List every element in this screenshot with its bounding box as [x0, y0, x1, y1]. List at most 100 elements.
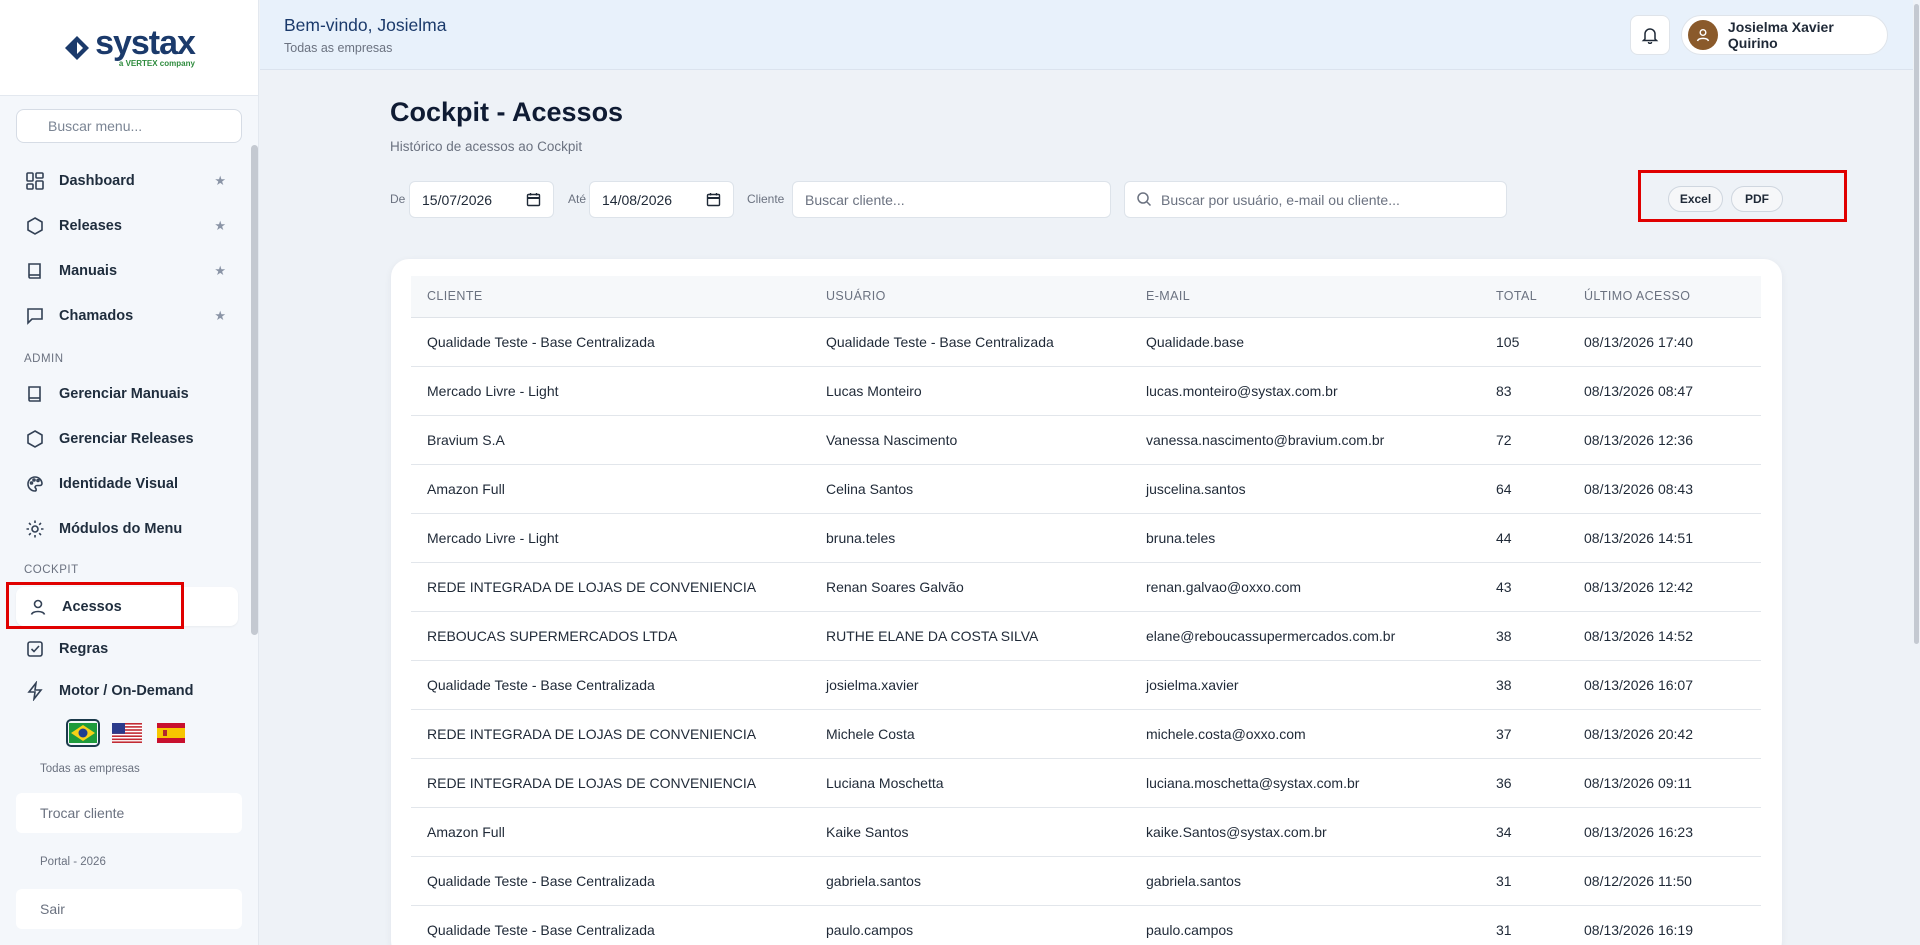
cell-user: Qualidade Teste - Base Centralizada: [826, 317, 1146, 367]
column-header-ultimo-acesso[interactable]: ÚLTIMO ACESSO: [1584, 276, 1761, 318]
cell-total: 72: [1496, 415, 1584, 465]
column-header-email[interactable]: E-MAIL: [1146, 276, 1496, 318]
client-search-input[interactable]: [792, 181, 1111, 218]
cell-email: kaike.Santos@systax.com.br: [1146, 807, 1496, 857]
admin-section-label: ADMIN: [24, 353, 64, 365]
sidebar-item-label: Manuais: [59, 263, 118, 279]
cell-last-access: 08/13/2026 09:11: [1584, 758, 1761, 808]
export-excel-button[interactable]: Excel: [1668, 186, 1723, 212]
cell-total: 44: [1496, 513, 1584, 563]
cell-total: 36: [1496, 758, 1584, 808]
hexagon-icon: [27, 217, 43, 235]
cell-user: RUTHE ELANE DA COSTA SILVA: [826, 611, 1146, 661]
cell-last-access: 08/13/2026 17:40: [1584, 317, 1761, 367]
export-pdf-button[interactable]: PDF: [1731, 186, 1783, 212]
cell-last-access: 08/13/2026 14:52: [1584, 611, 1761, 661]
lightning-icon: [27, 681, 43, 701]
dashboard-icon: [26, 172, 44, 190]
checkbox-icon: [27, 641, 43, 657]
table-row[interactable]: Qualidade Teste - Base Centralizada josi…: [411, 660, 1761, 710]
sidebar-item-dashboard[interactable]: Dashboard ★: [16, 162, 238, 200]
from-date-input[interactable]: 15/07/2026: [409, 181, 554, 218]
cell-email: renan.galvao@oxxo.com: [1146, 562, 1496, 612]
sidebar-item-label: Módulos do Menu: [59, 521, 183, 537]
sidebar-item-releases[interactable]: Releases ★: [16, 207, 238, 245]
flag-brazil-icon[interactable]: [66, 719, 100, 747]
cell-email: lucas.monteiro@systax.com.br: [1146, 366, 1496, 416]
sidebar-item-manuais[interactable]: Manuais ★: [16, 252, 238, 290]
search-icon: [1137, 192, 1152, 207]
cell-client: Bravium S.A: [411, 415, 826, 465]
table-row[interactable]: Qualidade Teste - Base Centralizada Qual…: [411, 317, 1761, 367]
logo-text: systax: [95, 23, 196, 62]
column-header-cliente[interactable]: CLIENTE: [411, 276, 826, 318]
page-scrollbar[interactable]: [1914, 4, 1919, 644]
table-row[interactable]: Qualidade Teste - Base Centralizada gabr…: [411, 856, 1761, 906]
from-date-value: 15/07/2026: [422, 191, 493, 208]
cell-user: Michele Costa: [826, 709, 1146, 759]
sidebar-scrollbar[interactable]: [251, 145, 258, 635]
star-icon[interactable]: ★: [214, 308, 226, 324]
sidebar-item-chamados[interactable]: Chamados ★: [16, 297, 238, 335]
cell-user: Lucas Monteiro: [826, 366, 1146, 416]
star-icon[interactable]: ★: [214, 218, 226, 234]
cell-total: 83: [1496, 366, 1584, 416]
table-row[interactable]: Amazon Full Celina Santos juscelina.sant…: [411, 464, 1761, 514]
table-row[interactable]: REDE INTEGRADA DE LOJAS DE CONVENIENCIA …: [411, 709, 1761, 759]
hexagon-icon: [27, 430, 43, 448]
sidebar-item-regras[interactable]: Regras: [16, 630, 238, 668]
systax-logo[interactable]: systax a VERTEX company: [63, 23, 196, 68]
version-label: Portal - 2026: [40, 856, 106, 868]
table-row[interactable]: Mercado Livre - Light Lucas Monteiro luc…: [411, 366, 1761, 416]
highlight-outline-acessos: [6, 582, 184, 629]
cell-user: Luciana Moschetta: [826, 758, 1146, 808]
sidebar-item-motor-on-demand[interactable]: Motor / On-Demand: [16, 672, 238, 710]
table-header-row: CLIENTE USUÁRIO E-MAIL TOTAL ÚLTIMO ACES…: [411, 276, 1761, 318]
cell-last-access: 08/13/2026 08:43: [1584, 464, 1761, 514]
to-date-input[interactable]: 14/08/2026: [589, 181, 734, 218]
table-row[interactable]: REDE INTEGRADA DE LOJAS DE CONVENIENCIA …: [411, 758, 1761, 808]
cell-client: REDE INTEGRADA DE LOJAS DE CONVENIENCIA: [411, 562, 826, 612]
sidebar-item-identidade-visual[interactable]: Identidade Visual: [16, 465, 238, 503]
from-date-label: De: [390, 192, 406, 206]
cell-email: paulo.campos: [1146, 905, 1496, 945]
star-icon[interactable]: ★: [214, 263, 226, 279]
sidebar-item-label: Chamados: [59, 308, 134, 324]
cell-client: REDE INTEGRADA DE LOJAS DE CONVENIENCIA: [411, 709, 826, 759]
user-menu-button[interactable]: Josielma Xavier Quirino: [1681, 15, 1888, 55]
user-search-input[interactable]: [1124, 181, 1507, 218]
table-row[interactable]: REDE INTEGRADA DE LOJAS DE CONVENIENCIA …: [411, 562, 1761, 612]
table-row[interactable]: Mercado Livre - Light bruna.teles bruna.…: [411, 513, 1761, 563]
table-row[interactable]: Bravium S.A Vanessa Nascimento vanessa.n…: [411, 415, 1761, 465]
table-row[interactable]: REBOUCAS SUPERMERCADOS LTDA RUTHE ELANE …: [411, 611, 1761, 661]
cell-user: Celina Santos: [826, 464, 1146, 514]
flag-spain-icon[interactable]: [154, 719, 188, 747]
logout-button[interactable]: Sair: [16, 889, 242, 929]
calendar-icon[interactable]: [526, 192, 541, 207]
table-row[interactable]: Qualidade Teste - Base Centralizada paul…: [411, 905, 1761, 945]
cell-user: bruna.teles: [826, 513, 1146, 563]
cell-client: Amazon Full: [411, 807, 826, 857]
table-row[interactable]: Amazon Full Kaike Santos kaike.Santos@sy…: [411, 807, 1761, 857]
cell-email: vanessa.nascimento@bravium.com.br: [1146, 415, 1496, 465]
chat-icon: [27, 308, 43, 325]
book-icon: [28, 263, 41, 279]
menu-search-input[interactable]: [16, 109, 242, 143]
cockpit-section-label: COCKPIT: [24, 564, 79, 576]
sidebar-item-gerenciar-releases[interactable]: Gerenciar Releases: [16, 420, 238, 458]
header-subtitle: Todas as empresas: [284, 41, 393, 55]
calendar-icon[interactable]: [706, 192, 721, 207]
to-date-value: 14/08/2026: [602, 191, 673, 208]
flag-usa-icon[interactable]: [110, 719, 144, 747]
cell-total: 43: [1496, 562, 1584, 612]
cell-client: Qualidade Teste - Base Centralizada: [411, 317, 826, 367]
switch-client-button[interactable]: Trocar cliente: [16, 793, 242, 833]
book-icon: [28, 386, 41, 402]
column-header-total[interactable]: TOTAL: [1496, 276, 1584, 318]
cell-user: Vanessa Nascimento: [826, 415, 1146, 465]
sidebar-item-modulos-menu[interactable]: Módulos do Menu: [16, 510, 238, 548]
notifications-button[interactable]: [1630, 15, 1670, 55]
column-header-usuario[interactable]: USUÁRIO: [826, 276, 1146, 318]
sidebar-item-gerenciar-manuais[interactable]: Gerenciar Manuais: [16, 375, 238, 413]
star-icon[interactable]: ★: [214, 173, 226, 189]
